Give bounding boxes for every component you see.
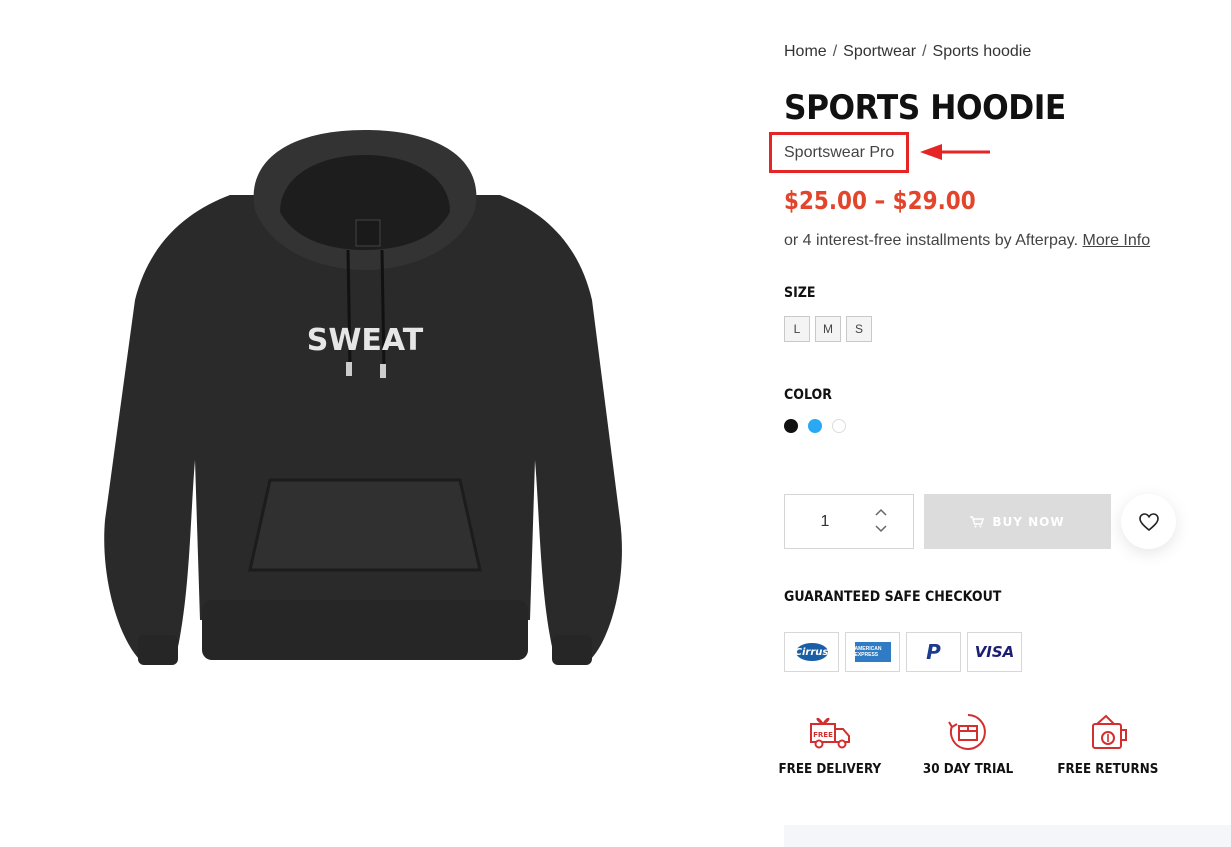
- feature-list: FREE FREE DELIVERY 30 DAY TRIAL FREE RET…: [779, 712, 1184, 782]
- breadcrumb-separator: /: [922, 43, 927, 60]
- payment-cirrus: Cirrus: [784, 632, 839, 672]
- free-badge-text: FREE: [813, 731, 833, 739]
- quantity-input[interactable]: [785, 495, 865, 548]
- afterpay-note: or 4 interest-free installments by After…: [784, 232, 1150, 250]
- cirrus-icon: Cirrus: [795, 643, 828, 661]
- payment-amex: AMERICAN EXPRESS: [845, 632, 900, 672]
- size-option-l[interactable]: L: [784, 316, 810, 342]
- size-options: L M S: [784, 316, 872, 342]
- payment-paypal: P: [906, 632, 961, 672]
- product-title: SPORTS HOODIE: [784, 88, 1066, 128]
- left-arrow-icon: [920, 144, 990, 160]
- color-swatch-white[interactable]: [832, 419, 846, 433]
- feature-label: FREE RETURNS: [1057, 762, 1159, 777]
- feature-label: 30 DAY TRIAL: [922, 762, 1014, 777]
- color-options: [784, 419, 846, 433]
- size-label: SIZE: [784, 285, 816, 301]
- hoodie-image: SWEAT: [104, 130, 622, 665]
- color-swatch-black[interactable]: [784, 419, 798, 433]
- hoodie-print-text: SWEAT: [307, 323, 424, 358]
- breadcrumb-current: Sports hoodie: [932, 43, 1032, 60]
- payment-visa: VISA: [967, 632, 1022, 672]
- color-label: COLOR: [784, 387, 832, 403]
- buy-now-label: BUY NOW: [992, 514, 1065, 529]
- buy-now-button[interactable]: BUY NOW: [924, 494, 1111, 549]
- afterpay-text: or 4 interest-free installments by After…: [784, 232, 1079, 249]
- box-trial-icon: [948, 714, 986, 750]
- color-swatch-blue[interactable]: [808, 419, 822, 433]
- product-brand[interactable]: Sportswear Pro: [784, 144, 894, 162]
- breadcrumb-home[interactable]: Home: [784, 43, 827, 61]
- chevron-up-icon: [875, 508, 887, 516]
- product-price: $25.00 – $29.00: [784, 186, 976, 215]
- feature-free-returns: FREE RETURNS: [1058, 712, 1158, 777]
- feature-label: FREE DELIVERY: [778, 762, 882, 777]
- quantity-increase-button[interactable]: [873, 506, 889, 518]
- heart-icon: [1138, 512, 1159, 531]
- quantity-stepper: [784, 494, 914, 549]
- feature-free-delivery: FREE FREE DELIVERY: [779, 712, 881, 777]
- delivery-truck-icon: FREE: [810, 717, 850, 749]
- size-option-s[interactable]: S: [846, 316, 872, 342]
- cart-icon: [970, 515, 985, 527]
- breadcrumb-sportwear[interactable]: Sportwear: [843, 43, 916, 61]
- product-image[interactable]: SWEAT: [80, 100, 650, 700]
- amex-icon: AMERICAN EXPRESS: [854, 642, 891, 662]
- wishlist-button[interactable]: [1121, 494, 1176, 549]
- breadcrumb: Home / Sportwear / Sports hoodie: [784, 43, 1031, 61]
- visa-icon: VISA: [974, 643, 1015, 661]
- checkout-label: GUARANTEED SAFE CHECKOUT: [784, 589, 1002, 605]
- breadcrumb-separator: /: [832, 43, 838, 60]
- feature-30-day-trial: 30 DAY TRIAL: [922, 712, 1014, 777]
- size-option-m[interactable]: M: [815, 316, 841, 342]
- quantity-decrease-button[interactable]: [873, 523, 889, 535]
- returns-wallet-icon: [1092, 714, 1127, 749]
- bottom-panel: [784, 825, 1231, 847]
- chevron-down-icon: [875, 525, 887, 533]
- paypal-icon: P: [926, 640, 941, 664]
- payment-methods: Cirrus AMERICAN EXPRESS P VISA: [784, 632, 1022, 672]
- product-info: Home / Sportwear / Sports hoodie SPORTS …: [769, 0, 1231, 847]
- afterpay-more-info-link[interactable]: More Info: [1083, 232, 1151, 249]
